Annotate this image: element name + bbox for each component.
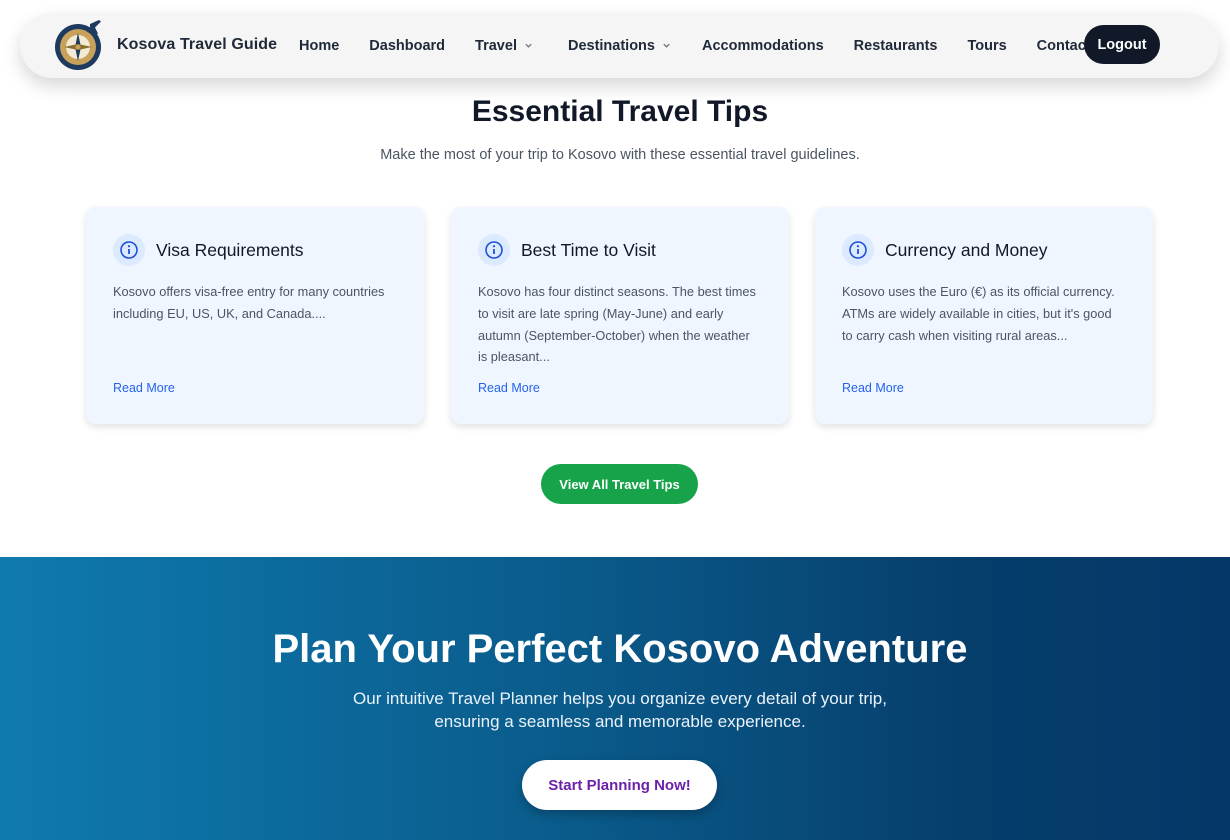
top-navbar: Kosova Travel Guide Home Dashboard Trave…	[20, 13, 1219, 78]
tip-card-currency: Currency and Money Kosovo uses the Euro …	[815, 207, 1153, 424]
planner-text-line: Our intuitive Travel Planner helps you o…	[353, 689, 887, 708]
nav-links: Home Dashboard Travel Destinations Accom…	[299, 13, 1091, 78]
tip-card-best-time: Best Time to Visit Kosovo has four disti…	[451, 207, 789, 424]
planner-title: Plan Your Perfect Kosovo Adventure	[272, 627, 968, 671]
card-title: Visa Requirements	[156, 239, 304, 260]
nav-destinations-label: Destinations	[567, 37, 655, 54]
read-more-link[interactable]: Read More	[842, 381, 904, 395]
card-text-line: autumn (September-October) when the weat…	[478, 327, 750, 343]
card-text-line: Kosovo has four distinct seasons. The be…	[478, 284, 756, 299]
nav-home[interactable]: Home	[299, 38, 339, 54]
card-text-line: Kosovo uses the Euro (€) as its official…	[842, 284, 1115, 299]
planner-text-line: ensuring a seamless and memorable experi…	[434, 712, 806, 731]
nav-travel-dropdown[interactable]: Travel	[475, 38, 533, 54]
planner-description: Our intuitive Travel Planner helps you o…	[0, 687, 1230, 733]
info-icon	[842, 234, 874, 266]
brand-name: Kosova Travel Guide	[117, 36, 278, 53]
card-header: Visa Requirements	[113, 234, 304, 266]
read-more-link[interactable]: Read More	[478, 381, 540, 395]
brand[interactable]: Kosova Travel Guide	[54, 16, 277, 74]
card-text-line: to carry cash when visiting rural areas.…	[842, 327, 1068, 343]
nav-travel-label: Travel	[475, 37, 517, 54]
view-all-tips-button[interactable]: View All Travel Tips	[541, 464, 698, 504]
section-subtitle: Make the most of your trip to Kosovo wit…	[380, 147, 860, 163]
start-planning-button[interactable]: Start Planning Now!	[522, 760, 717, 810]
nav-restaurants-label: Restaurants	[853, 37, 938, 54]
card-header: Currency and Money	[842, 234, 1047, 266]
card-text-line: is pleasant...	[478, 349, 550, 365]
logout-button[interactable]: Logout	[1084, 25, 1160, 64]
card-text-line: to visit are late spring (May-June) and …	[478, 305, 724, 321]
card-description: Kosovo has four distinct seasons. The be…	[478, 281, 768, 368]
card-text-line: Kosovo offers visa-free entry for many c…	[113, 284, 385, 299]
chevron-down-icon	[663, 43, 670, 48]
chevron-down-icon	[525, 43, 532, 48]
nav-contact-label: Contact	[1036, 37, 1091, 54]
nav-accommodations[interactable]: Accommodations	[702, 38, 824, 54]
nav-restaurants[interactable]: Restaurants	[854, 38, 938, 54]
nav-dashboard[interactable]: Dashboard	[369, 38, 445, 54]
card-text-line: including EU, US, UK, and Canada....	[113, 305, 326, 321]
card-title: Best Time to Visit	[521, 239, 656, 260]
nav-contact[interactable]: Contact	[1037, 38, 1091, 54]
nav-dashboard-label: Dashboard	[369, 37, 446, 54]
planner-banner: Plan Your Perfect Kosovo Adventure Our i…	[0, 557, 1230, 840]
nav-accommodations-label: Accommodations	[701, 37, 824, 54]
read-more-link[interactable]: Read More	[113, 381, 175, 395]
card-text-line: ATMs are widely available in cities, but…	[842, 305, 1112, 321]
section-title: Essential Travel Tips	[471, 95, 769, 128]
compass-airplane-logo-icon	[54, 16, 104, 74]
nav-tours[interactable]: Tours	[967, 38, 1006, 54]
tip-card-visa: Visa Requirements Kosovo offers visa-fre…	[86, 207, 424, 424]
card-header: Best Time to Visit	[478, 234, 656, 266]
card-title: Currency and Money	[885, 239, 1048, 260]
info-icon	[113, 234, 145, 266]
card-description: Kosovo offers visa-free entry for many c…	[113, 281, 403, 325]
info-icon	[478, 234, 510, 266]
nav-home-label: Home	[299, 37, 340, 54]
card-description: Kosovo uses the Euro (€) as its official…	[842, 281, 1132, 346]
nav-destinations-dropdown[interactable]: Destinations	[568, 38, 671, 54]
nav-tours-label: Tours	[967, 37, 1007, 54]
